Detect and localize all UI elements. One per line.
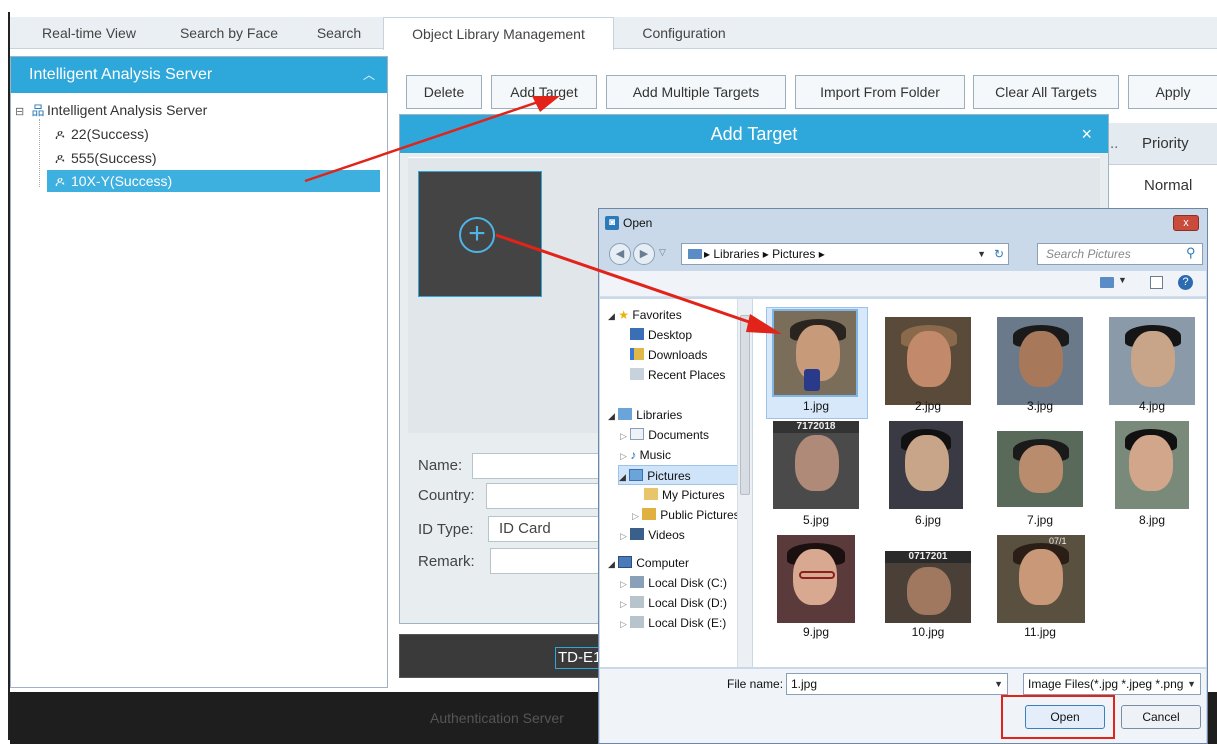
annotation-arrow xyxy=(495,233,756,326)
app-window: Real-time View Search by Face Search Obj… xyxy=(0,0,1217,744)
annotation-arrowhead xyxy=(746,314,782,334)
annotation-arrowhead xyxy=(532,96,560,112)
annotation-arrow xyxy=(304,100,539,183)
annotation-arrows xyxy=(304,96,782,334)
